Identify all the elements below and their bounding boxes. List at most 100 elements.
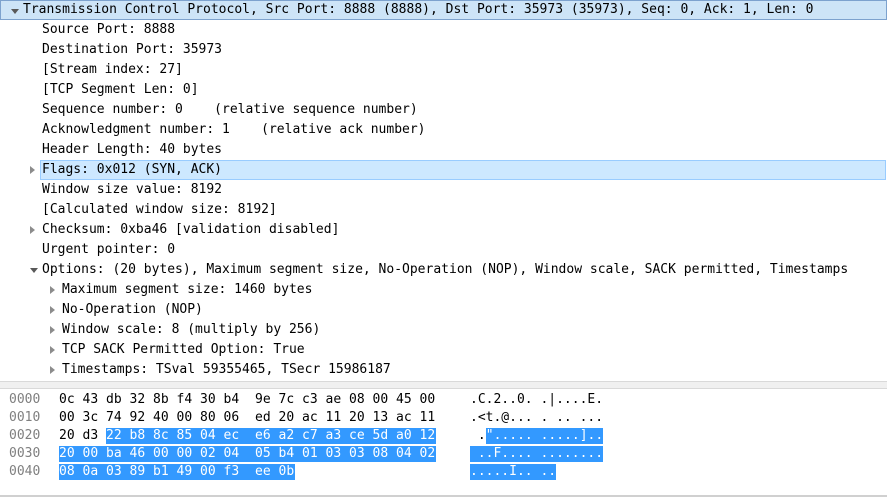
- hex-byte[interactable]: b4: [278, 446, 302, 462]
- hex-byte[interactable]: 06: [224, 410, 240, 426]
- tree-row[interactable]: Destination Port: 35973: [0, 40, 887, 60]
- hex-byte[interactable]: f3: [223, 464, 255, 480]
- hex-byte[interactable]: 20: [349, 410, 365, 426]
- tree-row[interactable]: Maximum segment size: 1460 bytes: [0, 280, 887, 300]
- expand-arrow-icon[interactable]: [50, 346, 55, 354]
- hex-byte[interactable]: c7: [302, 428, 326, 444]
- tree-row[interactable]: Transmission Control Protocol, Src Port:…: [0, 0, 887, 20]
- hex-byte[interactable]: 11: [420, 410, 436, 426]
- hex-byte[interactable]: 85: [176, 428, 200, 444]
- hex-byte[interactable]: 30: [200, 392, 216, 408]
- hex-byte[interactable]: 45: [396, 392, 412, 408]
- tree-row[interactable]: TCP SACK Permitted Option: True: [0, 340, 887, 360]
- hex-byte[interactable]: ed: [255, 410, 271, 426]
- hex-byte[interactable]: ba: [106, 446, 130, 462]
- hex-byte[interactable]: 11: [326, 410, 342, 426]
- hex-byte[interactable]: 46: [129, 446, 153, 462]
- tree-row[interactable]: Options: (20 bytes), Maximum segment siz…: [0, 260, 887, 280]
- tree-row[interactable]: Timestamps: TSval 59355465, TSecr 159861…: [0, 360, 887, 380]
- ascii-text-highlighted[interactable]: "..... .....]..: [485, 428, 604, 444]
- expand-arrow-icon[interactable]: [50, 286, 55, 294]
- hex-byte[interactable]: ee: [255, 464, 279, 480]
- hex-byte[interactable]: db: [106, 392, 122, 408]
- hex-byte[interactable]: 0b: [278, 464, 295, 480]
- hex-byte[interactable]: 08: [372, 446, 396, 462]
- tree-row[interactable]: Window size value: 8192: [0, 180, 887, 200]
- hex-byte[interactable]: ac: [302, 410, 318, 426]
- tree-row[interactable]: Urgent pointer: 0: [0, 240, 887, 260]
- pane-splitter[interactable]: [0, 381, 887, 389]
- collapse-arrow-icon[interactable]: [11, 9, 19, 14]
- hex-byte[interactable]: 20: [59, 446, 83, 462]
- hex-byte[interactable]: 0c: [59, 392, 75, 408]
- ascii-text[interactable]: .<t.@... . .. ...: [470, 410, 603, 426]
- hex-byte[interactable]: b4: [224, 392, 240, 408]
- tree-row[interactable]: [Calculated window size: 8192]: [0, 200, 887, 220]
- hex-byte[interactable]: 08: [59, 464, 83, 480]
- hex-byte[interactable]: 32: [130, 392, 146, 408]
- hex-byte[interactable]: 80: [200, 410, 216, 426]
- collapse-arrow-icon[interactable]: [30, 268, 38, 273]
- tree-row[interactable]: Flags: 0x012 (SYN, ACK): [0, 160, 887, 180]
- hex-byte[interactable]: 04: [396, 446, 420, 462]
- hex-byte[interactable]: 03: [106, 464, 130, 480]
- hex-byte[interactable]: 08: [349, 392, 365, 408]
- hex-byte[interactable]: c3: [302, 392, 318, 408]
- hex-byte[interactable]: a0: [396, 428, 420, 444]
- hex-byte[interactable]: 05: [255, 446, 279, 462]
- tree-row[interactable]: Acknowledgment number: 1 (relative ack n…: [0, 120, 887, 140]
- hex-byte[interactable]: 03: [349, 446, 373, 462]
- hex-byte[interactable]: ae: [326, 392, 342, 408]
- hex-byte[interactable]: a3: [325, 428, 349, 444]
- ascii-text[interactable]: .: [470, 428, 486, 444]
- tree-row[interactable]: Sequence number: 0 (relative sequence nu…: [0, 100, 887, 120]
- ascii-text-highlighted[interactable]: .....I.. ..: [470, 464, 557, 480]
- hex-byte[interactable]: 03: [325, 446, 349, 462]
- hex-byte[interactable]: 04: [223, 446, 255, 462]
- expand-arrow-icon[interactable]: [50, 326, 55, 334]
- hex-byte[interactable]: b1: [153, 464, 177, 480]
- tree-row[interactable]: Checksum: 0xba46 [validation disabled]: [0, 220, 887, 240]
- expand-arrow-icon[interactable]: [50, 306, 55, 314]
- tree-row[interactable]: No-Operation (NOP): [0, 300, 887, 320]
- hex-byte[interactable]: 00: [373, 392, 389, 408]
- hex-byte[interactable]: 00: [59, 410, 75, 426]
- hex-byte[interactable]: 8c: [153, 428, 177, 444]
- hex-byte[interactable]: f4: [177, 392, 193, 408]
- tree-row[interactable]: Header Length: 40 bytes: [0, 140, 887, 160]
- hex-byte[interactable]: 00: [200, 464, 224, 480]
- hex-byte[interactable]: 02: [200, 446, 224, 462]
- hex-byte[interactable]: ec: [223, 428, 255, 444]
- hex-byte[interactable]: 20: [279, 410, 295, 426]
- tree-row[interactable]: [Stream index: 27]: [0, 60, 887, 80]
- hex-byte[interactable]: 43: [83, 392, 99, 408]
- hex-byte[interactable]: 12: [419, 428, 436, 444]
- expand-arrow-icon[interactable]: [30, 166, 35, 174]
- tree-row[interactable]: [TCP Segment Len: 0]: [0, 80, 887, 100]
- hex-byte[interactable]: 8b: [153, 392, 169, 408]
- expand-arrow-icon[interactable]: [30, 226, 35, 234]
- hex-byte[interactable]: 20: [59, 428, 75, 444]
- hex-byte[interactable]: 02: [419, 446, 436, 462]
- hex-byte[interactable]: b8: [129, 428, 153, 444]
- hex-byte[interactable]: 04: [200, 428, 224, 444]
- hex-byte[interactable]: ac: [396, 410, 412, 426]
- hex-byte[interactable]: 01: [302, 446, 326, 462]
- ascii-text-highlighted[interactable]: ..F.... ........: [470, 446, 604, 462]
- hex-byte[interactable]: 00: [153, 446, 177, 462]
- hex-byte[interactable]: 89: [129, 464, 153, 480]
- hex-byte[interactable]: 49: [176, 464, 200, 480]
- hex-byte[interactable]: 74: [106, 410, 122, 426]
- hex-byte[interactable]: 40: [153, 410, 169, 426]
- hex-byte[interactable]: 00: [420, 392, 436, 408]
- hex-byte[interactable]: 7c: [279, 392, 295, 408]
- expand-arrow-icon[interactable]: [50, 366, 55, 374]
- hex-byte[interactable]: ce: [349, 428, 373, 444]
- hex-byte[interactable]: d3: [83, 428, 99, 444]
- hex-byte[interactable]: 13: [373, 410, 389, 426]
- ascii-text[interactable]: .C.2..0. .|....E.: [470, 392, 603, 408]
- hex-byte[interactable]: 0a: [82, 464, 106, 480]
- hex-byte[interactable]: 00: [177, 410, 193, 426]
- hex-byte[interactable]: 92: [130, 410, 146, 426]
- tree-row[interactable]: Source Port: 8888: [0, 20, 887, 40]
